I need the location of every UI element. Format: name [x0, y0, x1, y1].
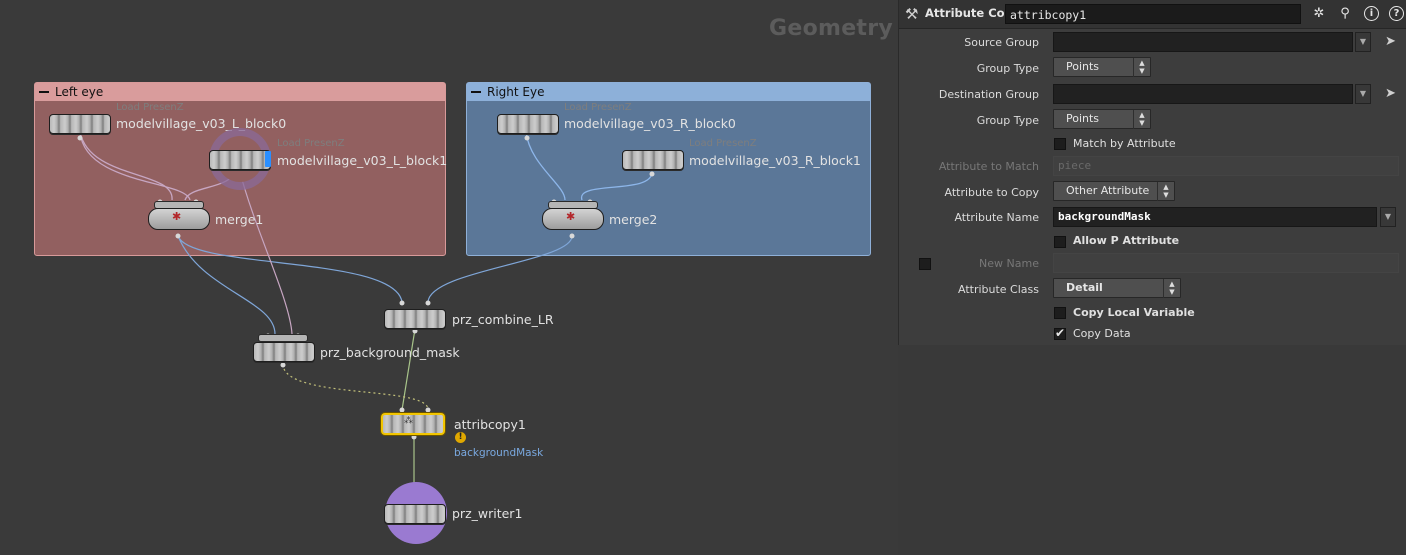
node-prz-writer1[interactable] [384, 504, 446, 524]
new-name-label: New Name [979, 257, 1039, 270]
attribute-name-dropdown[interactable]: ▼ [1380, 207, 1396, 227]
help-icon[interactable]: ? [1389, 6, 1404, 21]
wire [79, 131, 191, 201]
network-view[interactable]: Geometry Left eye Right Eye Load PresenZ… [0, 0, 898, 555]
node-label[interactable]: merge2 [609, 212, 657, 227]
node-type-label: Load PresenZ [689, 138, 757, 149]
node-type-label: Load PresenZ [116, 102, 184, 113]
group-type-menu[interactable]: Points ▲ ▼ [1053, 57, 1151, 77]
attribute-to-copy-menu[interactable]: Other Attribute ▲ ▼ [1053, 181, 1175, 201]
match-by-attribute-label: Match by Attribute [1073, 137, 1176, 150]
node-attribcopy1-selected[interactable] [381, 413, 445, 435]
node-label[interactable]: modelvillage_v03_L_block0 [116, 116, 286, 131]
merge-icon: ✱ [566, 210, 576, 223]
attribute-class-label: Attribute Class [957, 283, 1039, 296]
parameter-panel: ⚒ Attribute Copy attribcopy1 ✲ ⚲ i ? Sou… [898, 0, 1406, 345]
wire [177, 235, 276, 335]
search-icon[interactable]: ⚲ [1337, 6, 1353, 22]
wire [427, 235, 573, 303]
node-label[interactable]: modelvillage_v03_R_block1 [689, 153, 861, 168]
allow-p-attribute-label: Allow P Attribute [1073, 234, 1180, 247]
new-name-field[interactable] [1053, 253, 1399, 273]
operator-name-field[interactable]: attribcopy1 [1005, 4, 1301, 24]
source-group-label: Source Group [964, 36, 1039, 49]
attribute-to-match-field[interactable]: piece [1053, 156, 1399, 176]
wire [177, 235, 403, 303]
attribute-copy-icon: ⚒ [905, 5, 919, 23]
gear-icon[interactable]: ✲ [1311, 6, 1327, 22]
destination-group-dropdown[interactable]: ▼ [1355, 84, 1371, 104]
wires-layer [77, 131, 655, 501]
destination-group-field[interactable] [1053, 84, 1353, 104]
parameter-header: ⚒ Attribute Copy attribcopy1 ✲ ⚲ i ? [899, 0, 1406, 29]
group-type-label: Group Type [976, 62, 1039, 75]
merge-icon: ✱ [172, 210, 182, 223]
node-prz-background-mask[interactable] [253, 342, 315, 362]
attribute-name-label: Attribute Name [954, 211, 1039, 224]
match-by-attribute-checkbox[interactable] [1054, 138, 1066, 150]
node-type-label: Load PresenZ [277, 138, 345, 149]
node-label[interactable]: prz_writer1 [452, 506, 522, 521]
wire [239, 171, 293, 335]
copy-data-label: Copy Data [1073, 327, 1131, 340]
wire [525, 131, 566, 201]
copy-local-variable-label: Copy Local Variable [1073, 306, 1195, 319]
source-group-field[interactable] [1053, 32, 1353, 52]
attribute-to-match-label: Attribute to Match [938, 160, 1039, 173]
node-label[interactable]: prz_background_mask [320, 345, 460, 360]
copy-data-checkbox[interactable] [1054, 326, 1066, 340]
node-label[interactable]: prz_combine_LR [452, 312, 554, 327]
attribute-name-field[interactable]: backgroundMask [1053, 207, 1377, 227]
copy-local-variable-checkbox[interactable] [1054, 307, 1066, 319]
node-comment: backgroundMask [454, 447, 544, 459]
wire [79, 131, 173, 201]
destination-group-label: Destination Group [938, 88, 1039, 101]
display-flag-icon[interactable] [265, 151, 271, 167]
group-type-menu[interactable]: Points ▲ ▼ [1053, 109, 1151, 129]
info-icon[interactable]: i [1364, 6, 1379, 21]
attribute-to-copy-label: Attribute to Copy [944, 186, 1039, 199]
node-label[interactable]: attribcopy1 [454, 417, 526, 432]
node-prz-combine-lr[interactable] [384, 309, 446, 329]
source-group-dropdown[interactable]: ▼ [1355, 32, 1371, 52]
select-arrow-icon[interactable]: ➤ [1385, 86, 1399, 101]
group-type-label: Group Type [976, 114, 1039, 127]
node-modelvillage-l-block0[interactable] [49, 114, 111, 134]
attribute-class-menu[interactable]: Detail ▲ ▼ [1053, 278, 1181, 298]
node-input-bar[interactable] [258, 334, 308, 342]
warning-icon[interactable]: ! [455, 432, 466, 443]
node-label[interactable]: modelvillage_v03_R_block0 [564, 116, 736, 131]
attribcopy-icon: ⁂ [404, 416, 413, 426]
select-arrow-icon[interactable]: ➤ [1385, 34, 1399, 49]
node-label[interactable]: merge1 [215, 212, 263, 227]
node-modelvillage-r-block1[interactable] [622, 150, 684, 170]
allow-p-attribute-checkbox[interactable] [1054, 236, 1066, 248]
node-modelvillage-r-block0[interactable] [497, 114, 559, 134]
node-label[interactable]: modelvillage_v03_L_block1 [277, 153, 447, 168]
wire [581, 171, 653, 201]
node-type-label: Load PresenZ [564, 102, 632, 113]
node-modelvillage-l-block1[interactable] [209, 150, 271, 170]
